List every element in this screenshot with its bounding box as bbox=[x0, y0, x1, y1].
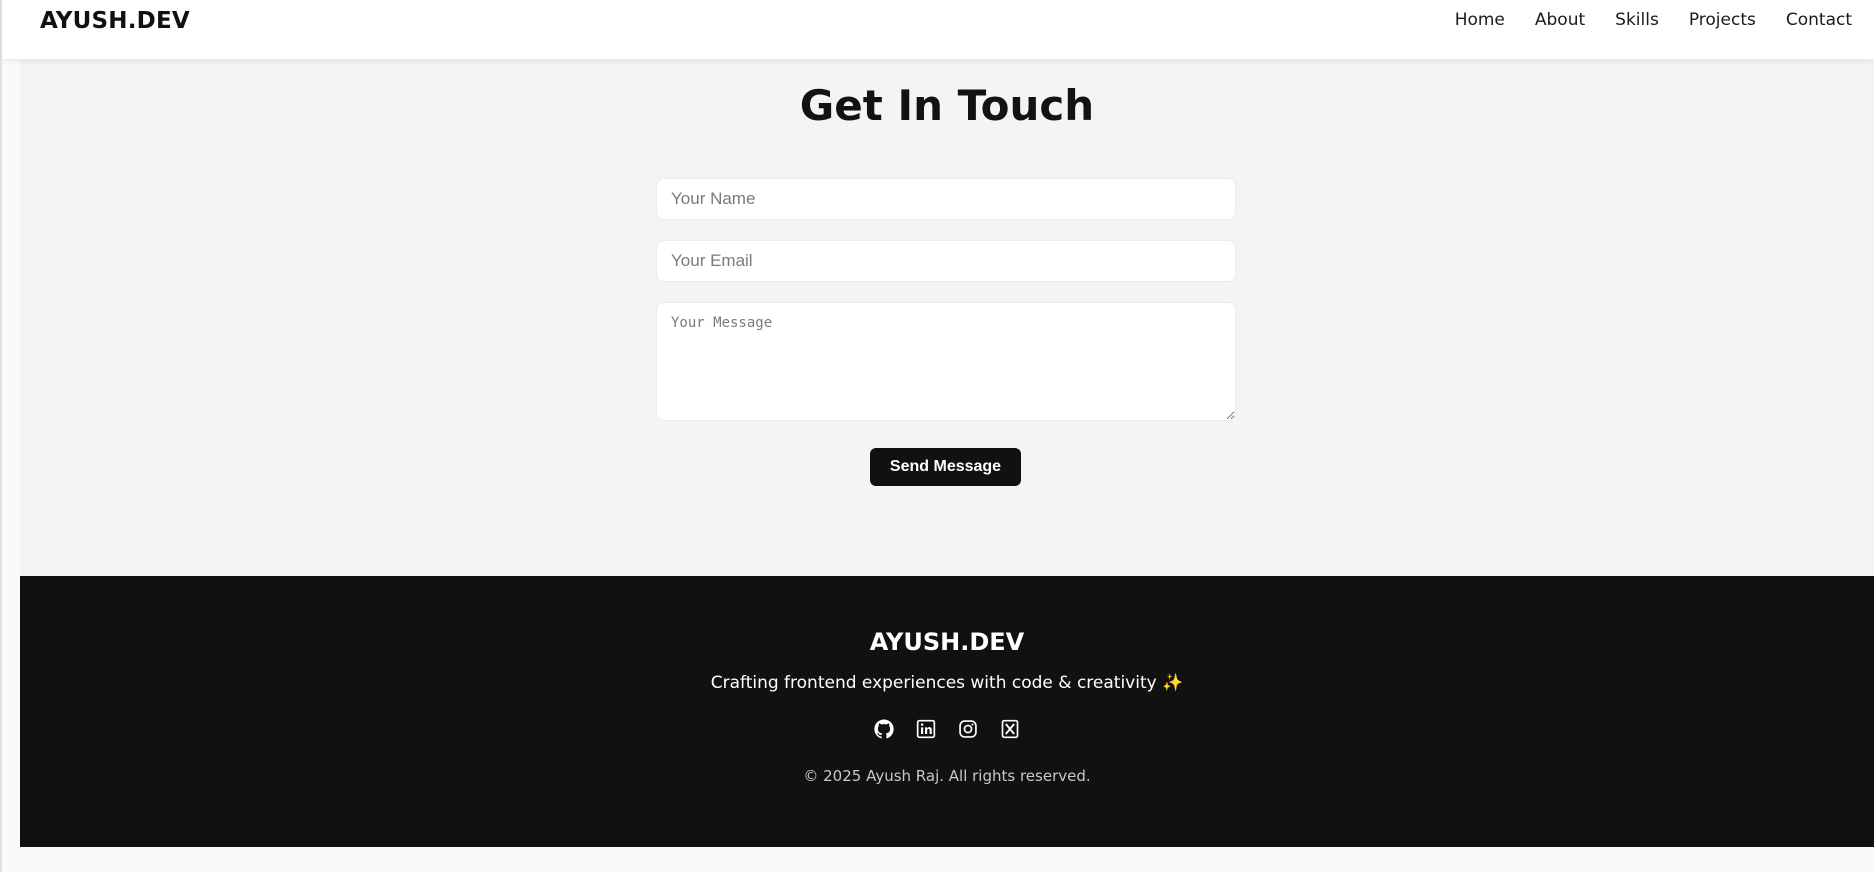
footer-tagline: Crafting frontend experiences with code … bbox=[20, 673, 1874, 693]
message-textarea[interactable] bbox=[656, 302, 1236, 421]
x-icon[interactable] bbox=[1000, 719, 1020, 739]
footer: AYUSH.DEV Crafting frontend experiences … bbox=[20, 576, 1874, 847]
name-input[interactable] bbox=[656, 178, 1236, 220]
contact-section: Get In Touch Send Message bbox=[20, 59, 1874, 576]
send-message-button[interactable]: Send Message bbox=[870, 448, 1021, 486]
brand-logo[interactable]: AYUSH.DEV bbox=[40, 8, 190, 34]
footer-tagline-text: Crafting frontend experiences with code … bbox=[710, 673, 1157, 693]
footer-brand: AYUSH.DEV bbox=[869, 628, 1025, 656]
nav-link-about[interactable]: About bbox=[1535, 10, 1585, 30]
nav-link-home[interactable]: Home bbox=[1455, 10, 1505, 30]
sparkle-emoji: ✨ bbox=[1162, 673, 1184, 693]
page: AYUSH.DEV Home About Skills Projects Con… bbox=[0, 0, 1874, 872]
email-input[interactable] bbox=[656, 240, 1236, 282]
instagram-icon[interactable] bbox=[958, 719, 978, 739]
navbar: AYUSH.DEV Home About Skills Projects Con… bbox=[2, 0, 1874, 59]
github-icon[interactable] bbox=[874, 719, 894, 739]
left-edge-divider bbox=[0, 0, 2, 872]
social-links bbox=[20, 719, 1874, 739]
nav-link-projects[interactable]: Projects bbox=[1689, 10, 1756, 30]
nav-link-contact[interactable]: Contact bbox=[1786, 10, 1852, 30]
nav-links: Home About Skills Projects Contact bbox=[1425, 10, 1852, 30]
contact-title: Get In Touch bbox=[799, 81, 1095, 130]
copyright-text: © 2025 Ayush Raj. All rights reserved. bbox=[803, 767, 1091, 785]
nav-link-skills[interactable]: Skills bbox=[1615, 10, 1659, 30]
linkedin-icon[interactable] bbox=[916, 719, 936, 739]
